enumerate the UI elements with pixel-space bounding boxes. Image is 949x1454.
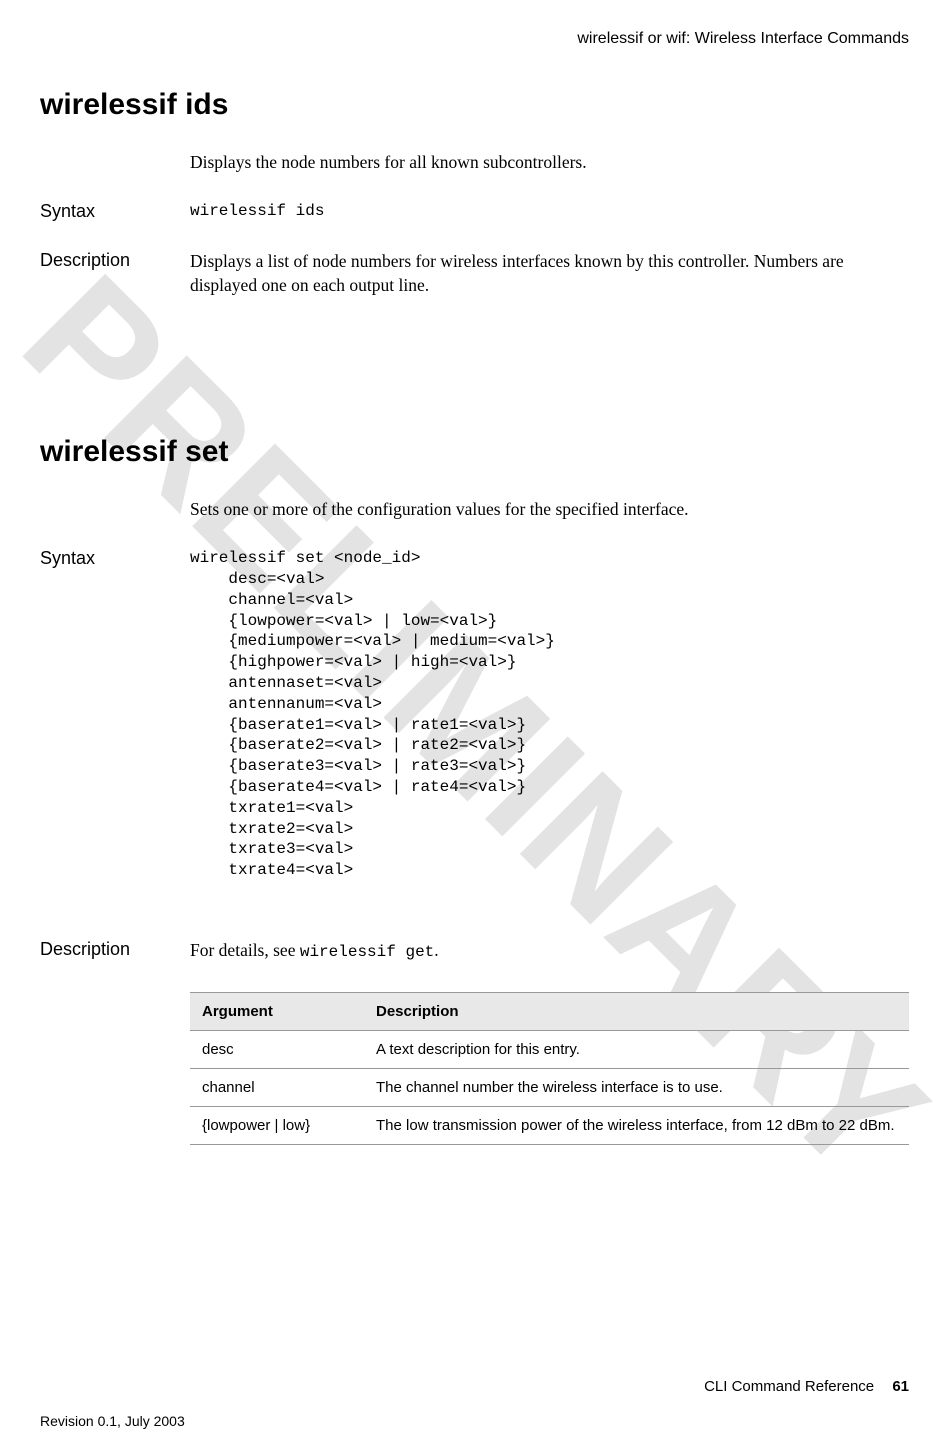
table-header-row: Argument Description: [190, 992, 909, 1030]
syntax-code-ids: wirelessif ids: [190, 201, 909, 222]
description-text-ids: Displays a list of node numbers for wire…: [190, 250, 909, 297]
page-content: wirelessif or wif: Wireless Interface Co…: [0, 0, 949, 1454]
footer-revision: Revision 0.1, July 2003: [40, 1413, 909, 1429]
footer-page-number: 61: [892, 1378, 909, 1395]
section-intro-set: Sets one or more of the configuration va…: [190, 499, 909, 520]
table-row: channel The channel number the wireless …: [190, 1068, 909, 1106]
desc-suffix: .: [434, 940, 438, 960]
arg-desc: A text description for this entry.: [364, 1030, 909, 1068]
syntax-label-set: Syntax: [40, 548, 190, 569]
table-header-description: Description: [364, 992, 909, 1030]
table-row: {lowpower | low} The low transmission po…: [190, 1106, 909, 1144]
desc-prefix: For details, see: [190, 940, 300, 960]
arg-name: desc: [190, 1030, 364, 1068]
section-intro-ids: Displays the node numbers for all known …: [190, 152, 909, 173]
table-header-argument: Argument: [190, 992, 364, 1030]
desc-mono: wirelessif get: [300, 943, 434, 961]
description-label-ids: Description: [40, 250, 190, 271]
section-title-ids: wirelessif ids: [40, 88, 909, 122]
page-footer: CLI Command Reference 61 Revision 0.1, J…: [40, 1378, 909, 1429]
description-label-set: Description: [40, 939, 190, 960]
arg-desc: The channel number the wireless interfac…: [364, 1068, 909, 1106]
syntax-label-ids: Syntax: [40, 201, 190, 222]
section-title-set: wirelessif set: [40, 435, 909, 469]
arg-name: {lowpower | low}: [190, 1106, 364, 1144]
running-header: wirelessif or wif: Wireless Interface Co…: [40, 30, 909, 48]
arg-desc: The low transmission power of the wirele…: [364, 1106, 909, 1144]
arg-name: channel: [190, 1068, 364, 1106]
table-row: desc A text description for this entry.: [190, 1030, 909, 1068]
arguments-table: Argument Description desc A text descrip…: [190, 992, 909, 1145]
footer-doc-title: CLI Command Reference: [704, 1378, 874, 1395]
syntax-code-set: wirelessif set <node_id> desc=<val> chan…: [190, 548, 909, 881]
description-text-set: For details, see wirelessif get.: [190, 939, 909, 964]
